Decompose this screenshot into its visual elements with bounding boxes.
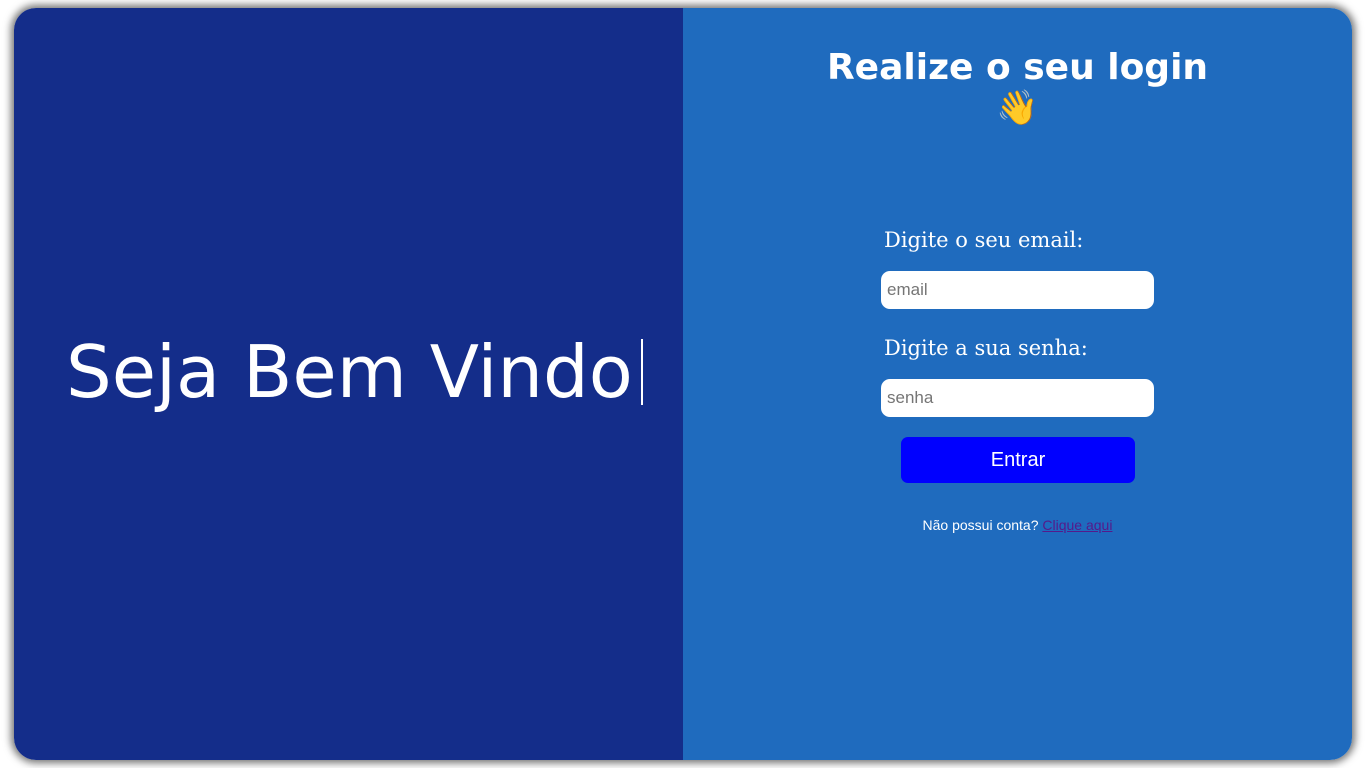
welcome-text: Seja Bem Vindo (66, 330, 633, 414)
login-title: Realize o seu login (826, 47, 1209, 88)
signup-link[interactable]: Clique aqui (1042, 517, 1112, 533)
signup-prompt-text: Não possui conta? (922, 517, 1043, 533)
email-input[interactable] (881, 271, 1154, 309)
waving-hand-icon: 👋 (996, 89, 1039, 127)
login-button[interactable]: Entrar (901, 437, 1135, 483)
email-label: Digite o seu email: (884, 228, 1084, 252)
welcome-panel: Seja Bem Vindo (14, 8, 683, 760)
text-cursor-icon (640, 339, 643, 405)
password-label: Digite a sua senha: (884, 336, 1088, 360)
password-input[interactable] (881, 379, 1154, 417)
welcome-heading: Seja Bem Vindo (66, 336, 643, 408)
login-panel: Realize o seu login 👋 Digite o seu email… (683, 8, 1352, 760)
signup-prompt-line: Não possui conta? Clique aqui (683, 517, 1352, 533)
app-window: Seja Bem Vindo Realize o seu login 👋 Dig… (14, 8, 1352, 760)
